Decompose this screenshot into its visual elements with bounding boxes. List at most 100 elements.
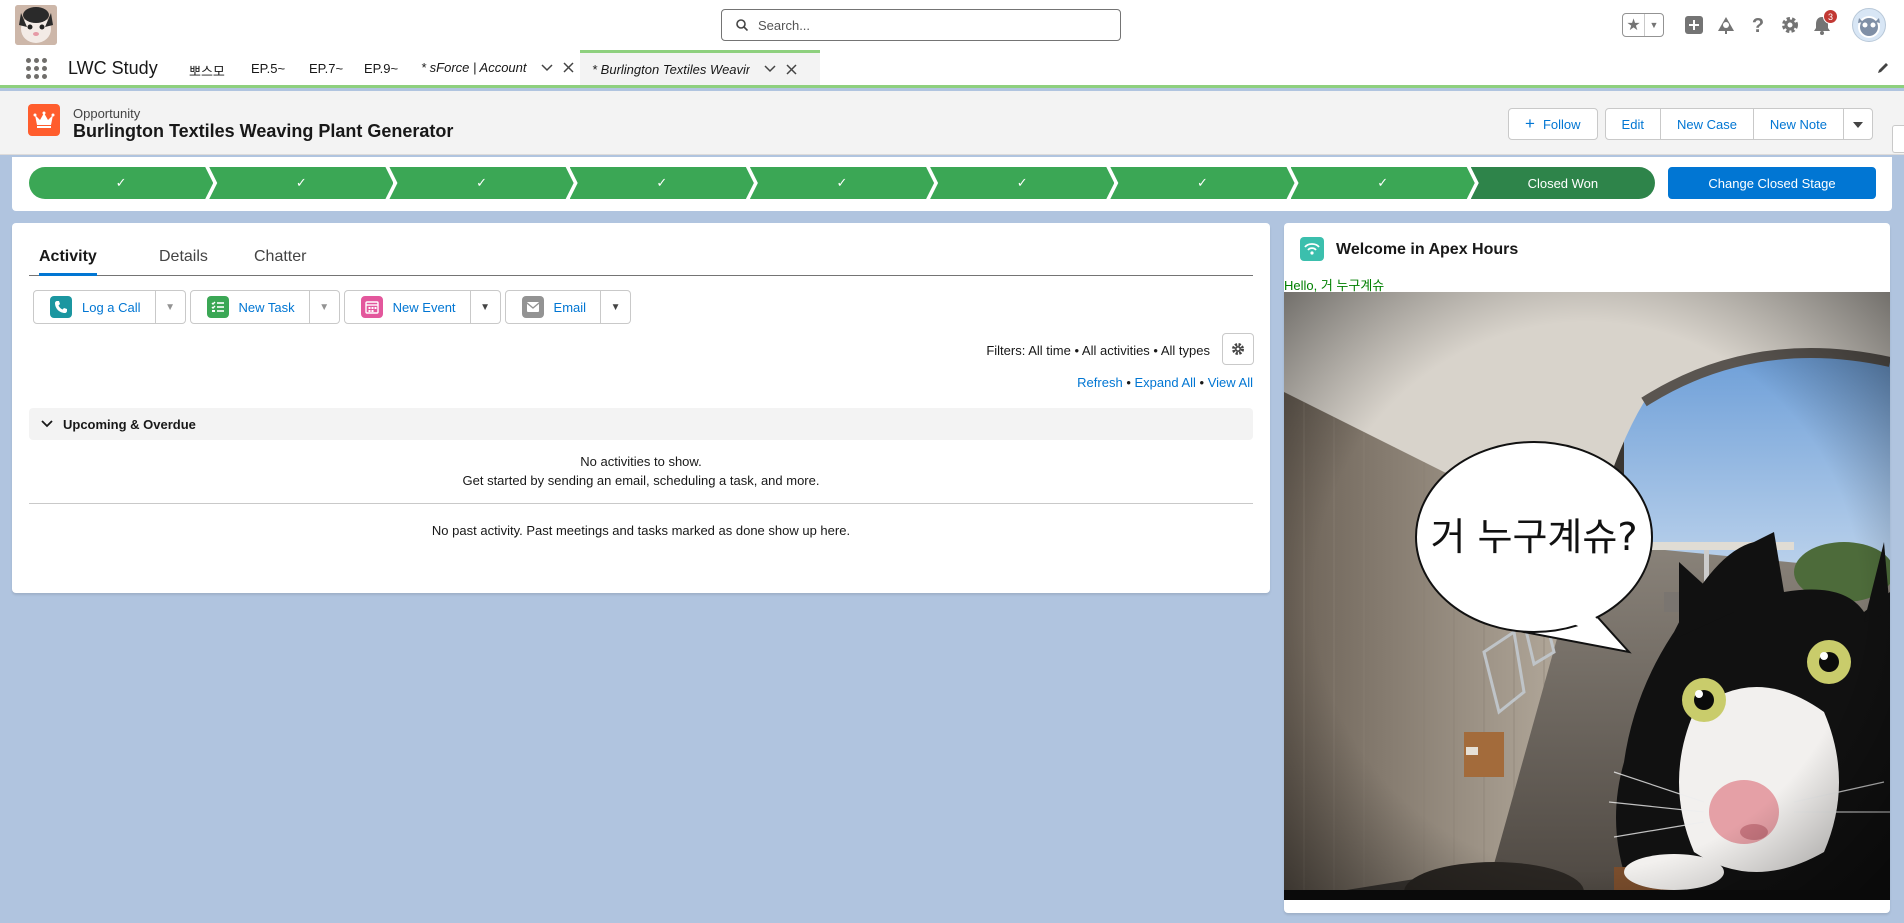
more-actions-button[interactable] xyxy=(1843,108,1873,140)
global-add-icon[interactable] xyxy=(1684,15,1704,35)
upcoming-overdue-title: Upcoming & Overdue xyxy=(63,416,196,432)
notifications-bell-icon[interactable]: 3 xyxy=(1812,9,1838,35)
email-envelope-icon xyxy=(521,296,544,318)
email-label: Email xyxy=(553,299,587,315)
global-search[interactable] xyxy=(721,9,1121,41)
record-object-type: Opportunity xyxy=(73,106,141,121)
apex-hours-card: Welcome in Apex Hours Hello, 거 누구계슈 거 누구… xyxy=(1284,223,1890,913)
org-logo[interactable] xyxy=(15,5,57,45)
user-avatar[interactable] xyxy=(1852,8,1886,42)
email-dropdown-icon[interactable]: ▼ xyxy=(601,290,632,324)
apex-component-icon xyxy=(1300,237,1324,261)
refresh-link[interactable]: Refresh xyxy=(1077,375,1123,390)
new-task-button[interactable]: New Task xyxy=(189,290,310,324)
nav-item-2[interactable]: EP.5~ xyxy=(251,61,285,76)
path-current-label: Closed Won xyxy=(1527,175,1599,191)
activity-filters-text: Filters: All time • All activities • All… xyxy=(986,343,1210,358)
path-step-current[interactable]: Closed Won xyxy=(1470,167,1655,199)
follow-label: Follow xyxy=(1542,116,1581,132)
path-step-complete[interactable]: ✓ xyxy=(209,167,393,199)
utility-side-tab[interactable] xyxy=(1892,125,1904,153)
check-icon: ✓ xyxy=(1377,175,1389,190)
global-header: ★ ▼ ? 3 xyxy=(0,0,1904,50)
filter-settings-gear-icon[interactable] xyxy=(1222,333,1254,365)
search-input[interactable] xyxy=(758,16,1108,34)
new-note-button[interactable]: New Note xyxy=(1752,108,1844,140)
view-all-link[interactable]: View All xyxy=(1208,375,1253,390)
check-icon: ✓ xyxy=(476,175,487,190)
nav-tab-label: * sForce | Account xyxy=(421,60,527,75)
check-icon: ✓ xyxy=(656,175,668,190)
new-event-button[interactable]: New Event xyxy=(343,290,471,324)
path-track: ✓ ✓ ✓ ✓ ✓ ✓ ✓ ✓ Closed Won xyxy=(29,167,1655,199)
log-call-group: Log a Call ▼ xyxy=(33,290,186,324)
close-icon[interactable] xyxy=(786,63,797,75)
change-closed-stage-button[interactable]: Change Closed Stage xyxy=(1668,167,1876,199)
favorites-star-icon[interactable]: ★ xyxy=(1623,14,1645,36)
follow-button[interactable]: + Follow xyxy=(1508,108,1598,140)
search-icon xyxy=(736,19,749,34)
path-step-complete[interactable]: ✓ xyxy=(29,167,213,199)
new-task-group: New Task ▼ xyxy=(189,290,340,324)
record-header: Opportunity Burlington Textiles Weaving … xyxy=(0,91,1904,155)
favorites-dropdown-icon[interactable]: ▼ xyxy=(1645,14,1663,36)
apex-card-title: Welcome in Apex Hours xyxy=(1336,241,1519,258)
record-actions: + Follow Edit New Case New Note xyxy=(1508,108,1873,140)
no-activities-line: No activities to show. xyxy=(580,454,702,469)
upcoming-overdue-section[interactable]: Upcoming & Overdue xyxy=(29,408,1253,440)
expand-all-link[interactable]: Expand All xyxy=(1134,375,1195,390)
cat-doorbell-image: 거 누구계슈? xyxy=(1284,292,1890,900)
edit-nav-pencil-icon[interactable] xyxy=(1876,61,1890,78)
tab-activity[interactable]: Activity xyxy=(39,248,97,276)
new-event-dropdown-icon[interactable]: ▼ xyxy=(470,290,501,324)
nav-tab-opportunity[interactable]: * Burlington Textiles Weavin... xyxy=(580,50,820,85)
nav-item-3[interactable]: EP.7~ xyxy=(309,61,343,76)
opportunity-crown-icon xyxy=(28,104,60,136)
trailhead-icon[interactable] xyxy=(1716,15,1736,35)
calendar-icon xyxy=(360,296,383,318)
log-call-button[interactable]: Log a Call xyxy=(33,290,156,324)
chevron-down-icon xyxy=(41,420,53,428)
tab-details[interactable]: Details xyxy=(159,248,208,276)
path-step-complete[interactable]: ✓ xyxy=(1110,167,1294,199)
new-task-dropdown-icon[interactable]: ▼ xyxy=(309,290,340,324)
app-launcher-icon[interactable] xyxy=(26,58,48,80)
link-separator: • xyxy=(1122,375,1135,390)
tab-chatter[interactable]: Chatter xyxy=(254,248,306,276)
help-icon[interactable]: ? xyxy=(1748,15,1768,35)
log-call-dropdown-icon[interactable]: ▼ xyxy=(155,290,186,324)
opportunity-path: ✓ ✓ ✓ ✓ ✓ ✓ ✓ ✓ Closed Won Change Closed… xyxy=(12,157,1892,211)
notification-badge: 3 xyxy=(1823,9,1838,24)
check-icon: ✓ xyxy=(1196,175,1208,190)
new-task-label: New Task xyxy=(238,299,295,315)
speech-bubble-text: 거 누구계슈? xyxy=(1430,515,1637,559)
activity-action-buttons: Log a Call ▼ New Task ▼ New Event ▼ Emai… xyxy=(33,290,635,324)
favorites-group: ★ ▼ xyxy=(1622,13,1664,37)
path-step-complete[interactable]: ✓ xyxy=(750,167,934,199)
close-icon[interactable] xyxy=(562,62,574,73)
plus-icon: + xyxy=(1525,114,1535,133)
header-utility-icons: ★ ▼ ? 3 xyxy=(1622,8,1886,42)
chevron-down-icon[interactable] xyxy=(540,63,553,72)
nav-tab-account[interactable]: * sForce | Account xyxy=(409,50,579,85)
setup-gear-icon[interactable] xyxy=(1780,15,1800,35)
path-step-complete[interactable]: ✓ xyxy=(389,167,573,199)
new-event-label: New Event xyxy=(392,299,456,315)
path-step-complete[interactable]: ✓ xyxy=(570,167,754,199)
email-group: Email ▼ xyxy=(504,290,632,324)
no-activities-message: No activities to show. Get started by se… xyxy=(29,452,1253,490)
path-step-complete[interactable]: ✓ xyxy=(1291,167,1475,199)
new-event-group: New Event ▼ xyxy=(343,290,501,324)
chevron-down-icon[interactable] xyxy=(764,65,776,73)
chevron-down-icon xyxy=(1853,121,1863,128)
no-past-activity-message: No past activity. Past meetings and task… xyxy=(431,523,851,538)
check-icon: ✓ xyxy=(1016,175,1028,190)
new-case-button[interactable]: New Case xyxy=(1659,108,1754,140)
nav-item-4[interactable]: EP.9~ xyxy=(364,61,398,76)
task-list-icon xyxy=(206,296,229,318)
path-step-complete[interactable]: ✓ xyxy=(930,167,1114,199)
nav-item-1[interactable]: 뽀스모 xyxy=(189,61,225,80)
nav-tab-label: * Burlington Textiles Weavin... xyxy=(592,61,750,77)
edit-button[interactable]: Edit xyxy=(1604,108,1661,140)
email-button[interactable]: Email xyxy=(504,290,602,324)
